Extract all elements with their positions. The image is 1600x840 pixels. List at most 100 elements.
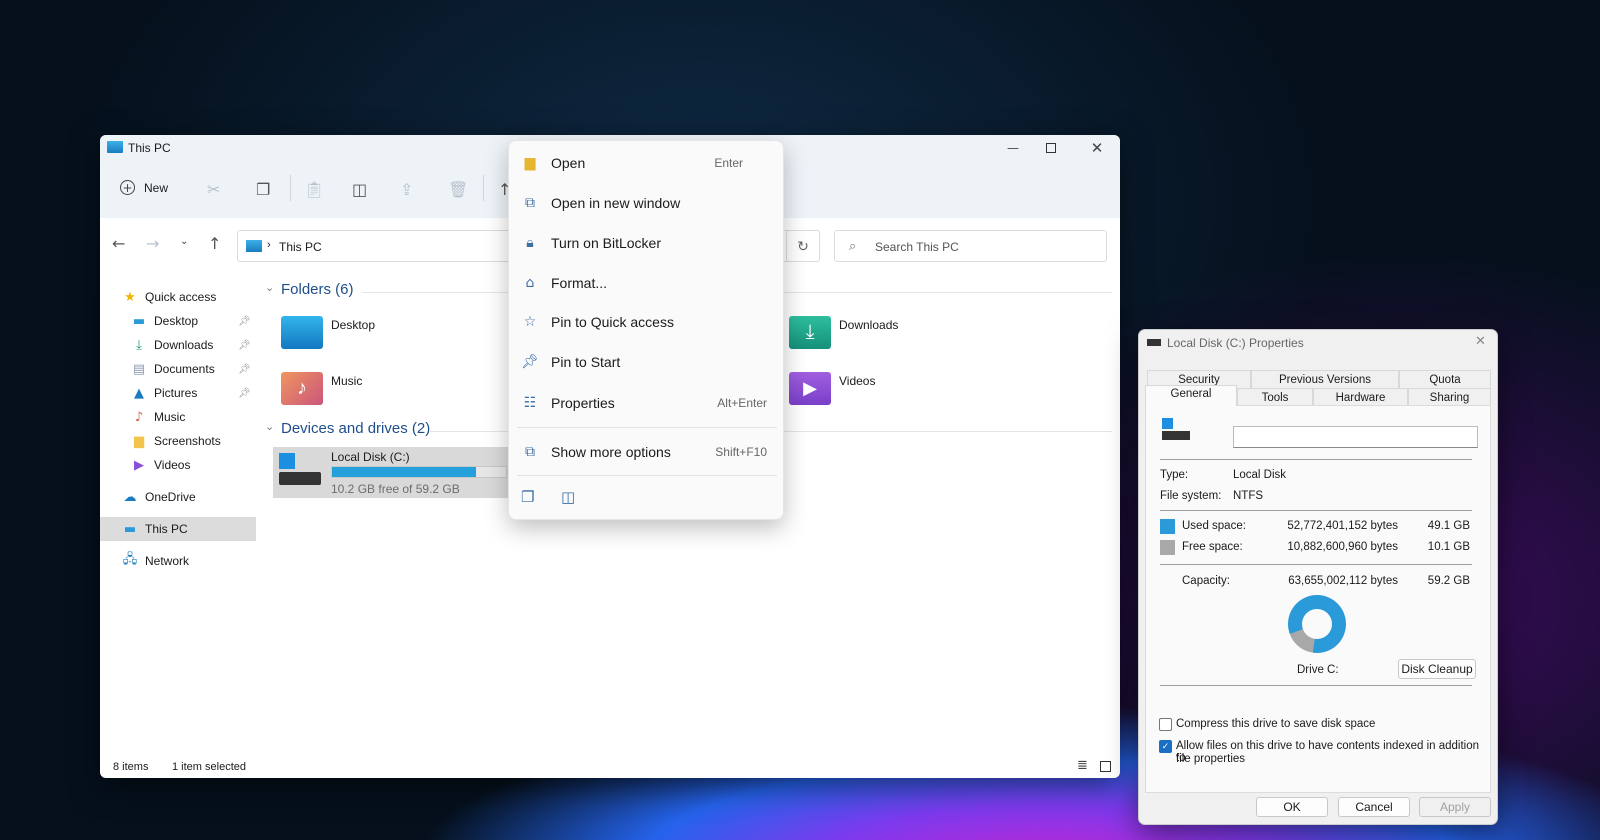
copy-icon[interactable]: ❐ <box>256 180 270 199</box>
folder-videos-label[interactable]: Videos <box>839 374 875 388</box>
menu-shortcut: Shift+F10 <box>715 445 767 459</box>
close-button[interactable]: ✕ <box>1086 137 1108 159</box>
donut-hole <box>1302 609 1332 639</box>
rename-icon[interactable]: ◫ <box>561 488 575 506</box>
network-icon: 🖧 <box>122 552 138 567</box>
forward-button[interactable]: → <box>146 234 159 253</box>
recent-locations-chevron[interactable]: ⌄ <box>180 236 188 247</box>
rename-icon[interactable]: ◫ <box>352 180 367 199</box>
tiles-view-icon[interactable] <box>1100 761 1111 772</box>
folder-open-icon: ▆ <box>524 155 536 171</box>
ok-button[interactable]: OK <box>1256 797 1328 817</box>
sidebar-item-downloads[interactable]: ⤓ Downloads 📌︎ <box>100 333 256 357</box>
tab-label: Hardware <box>1335 391 1386 404</box>
sidebar-item-pictures[interactable]: ▲ Pictures 📌︎ <box>100 381 256 405</box>
sidebar-label: Screenshots <box>154 434 221 448</box>
volume-label-input[interactable] <box>1233 426 1478 448</box>
toolbar-divider <box>483 175 484 201</box>
sidebar-quick-access[interactable]: ★ Quick access <box>100 285 256 309</box>
search-input[interactable]: ⌕ Search This PC <box>834 230 1107 262</box>
sidebar-network[interactable]: 🖧 Network <box>100 549 256 573</box>
folder-music-label[interactable]: Music <box>331 374 362 388</box>
free-color-swatch <box>1160 540 1175 555</box>
maximize-button[interactable] <box>1046 143 1056 153</box>
up-button[interactable]: ↑ <box>208 234 221 253</box>
menu-item-bitlocker[interactable]: 🔒︎ Turn on BitLocker <box>513 225 779 261</box>
sidebar-item-documents[interactable]: ▤ Documents 📌︎ <box>100 357 256 381</box>
windows-logo-icon <box>279 453 295 469</box>
sidebar-label: Downloads <box>154 338 214 352</box>
copy-icon[interactable]: ❐ <box>521 488 534 506</box>
sidebar-item-videos[interactable]: ▶ Videos <box>100 453 256 477</box>
share-icon[interactable]: ⇪ <box>400 180 413 199</box>
refresh-button[interactable]: ↻ <box>786 230 820 262</box>
divider <box>1160 564 1472 565</box>
compress-checkbox[interactable] <box>1159 718 1172 731</box>
local-disk-tile[interactable]: Local Disk (C:) 10.2 GB free of 59.2 GB <box>273 447 513 498</box>
free-gb: 10.1 GB <box>1427 541 1470 553</box>
close-button[interactable]: ✕ <box>1475 334 1486 349</box>
tab-hardware[interactable]: Hardware <box>1313 388 1408 406</box>
menu-label: Show more options <box>551 444 671 460</box>
menu-item-pin-start[interactable]: 📌︎ Pin to Start <box>513 344 779 380</box>
tab-sharing[interactable]: Sharing <box>1408 388 1491 406</box>
sidebar-item-music[interactable]: ♪ Music <box>100 405 256 429</box>
videos-folder-icon: ▶ <box>789 372 831 405</box>
folder-downloads-label[interactable]: Downloads <box>839 318 898 332</box>
apply-button[interactable]: Apply <box>1419 797 1491 817</box>
sidebar-onedrive[interactable]: ☁ OneDrive <box>100 485 256 509</box>
new-button[interactable]: + New <box>120 180 168 195</box>
general-panel: Type: Local Disk File system: NTFS Used … <box>1145 405 1491 793</box>
menu-item-pin-quick-access[interactable]: ☆ Pin to Quick access <box>513 304 779 340</box>
details-view-icon[interactable]: ≣ <box>1077 758 1088 773</box>
cancel-button[interactable]: Cancel <box>1338 797 1410 817</box>
menu-item-open[interactable]: ▆ Open Enter <box>513 145 779 181</box>
drive-icon <box>1162 431 1190 440</box>
format-icon: ⌂ <box>525 275 535 291</box>
tab-label: Previous Versions <box>1278 373 1372 386</box>
back-button[interactable]: ← <box>112 234 125 253</box>
minimize-button[interactable]: — <box>998 137 1028 159</box>
desktop-folder-icon <box>281 316 323 349</box>
sidebar-item-screenshots[interactable]: ▆ Screenshots <box>100 429 256 453</box>
menu-item-show-more[interactable]: ⧉ Show more options Shift+F10 <box>513 434 779 470</box>
sidebar-label: Quick access <box>145 290 217 304</box>
disk-cleanup-button[interactable]: Disk Cleanup <box>1398 659 1476 679</box>
free-bytes: 10,882,600,960 bytes <box>1287 541 1398 553</box>
tab-general[interactable]: General <box>1145 385 1237 406</box>
windows-logo-icon <box>1162 418 1173 429</box>
drives-header[interactable]: Devices and drives (2) <box>281 420 430 437</box>
document-icon: ▤ <box>132 361 146 377</box>
cut-icon[interactable]: ✂ <box>207 180 220 199</box>
folders-header[interactable]: Folders (6) <box>281 281 354 298</box>
menu-item-format[interactable]: ⌂ Format... <box>513 265 779 301</box>
dialog-title: Local Disk (C:) Properties <box>1167 336 1304 350</box>
menu-separator <box>517 427 777 428</box>
menu-item-properties[interactable]: ☷ Properties Alt+Enter <box>513 385 779 421</box>
pin-icon: 📌︎ <box>238 387 251 399</box>
menu-label: Pin to Quick access <box>551 314 674 330</box>
tab-tools[interactable]: Tools <box>1237 388 1313 406</box>
this-pc-icon: ▬ <box>123 521 137 537</box>
sidebar-this-pc[interactable]: ▬ This PC <box>100 517 256 541</box>
tab-quota[interactable]: Quota <box>1399 370 1491 388</box>
menu-label: Properties <box>551 395 615 411</box>
tab-label: Tools <box>1261 391 1289 404</box>
tab-previous-versions[interactable]: Previous Versions <box>1251 370 1399 388</box>
paste-icon[interactable]: 📋︎ <box>304 180 324 199</box>
divider <box>1160 685 1472 686</box>
folder-desktop-label[interactable]: Desktop <box>331 318 375 332</box>
menu-label: Format... <box>551 275 608 291</box>
menu-item-open-new-window[interactable]: ⧉ Open in new window <box>513 185 779 221</box>
index-checkbox[interactable]: ✓ <box>1159 740 1172 753</box>
menu-label: Pin to Start <box>551 354 621 370</box>
divider <box>1160 459 1472 460</box>
chevron-down-icon[interactable]: ⌄ <box>265 281 274 294</box>
used-label: Used space: <box>1182 520 1246 532</box>
button-label: Disk Cleanup <box>1401 662 1473 676</box>
chevron-down-icon[interactable]: ⌄ <box>265 420 274 433</box>
music-icon: ♪ <box>134 409 144 425</box>
breadcrumb-this-pc[interactable]: This PC <box>279 240 322 254</box>
delete-icon[interactable]: 🗑︎ <box>448 180 468 199</box>
sidebar-item-desktop[interactable]: ▬ Desktop 📌︎ <box>100 309 256 333</box>
